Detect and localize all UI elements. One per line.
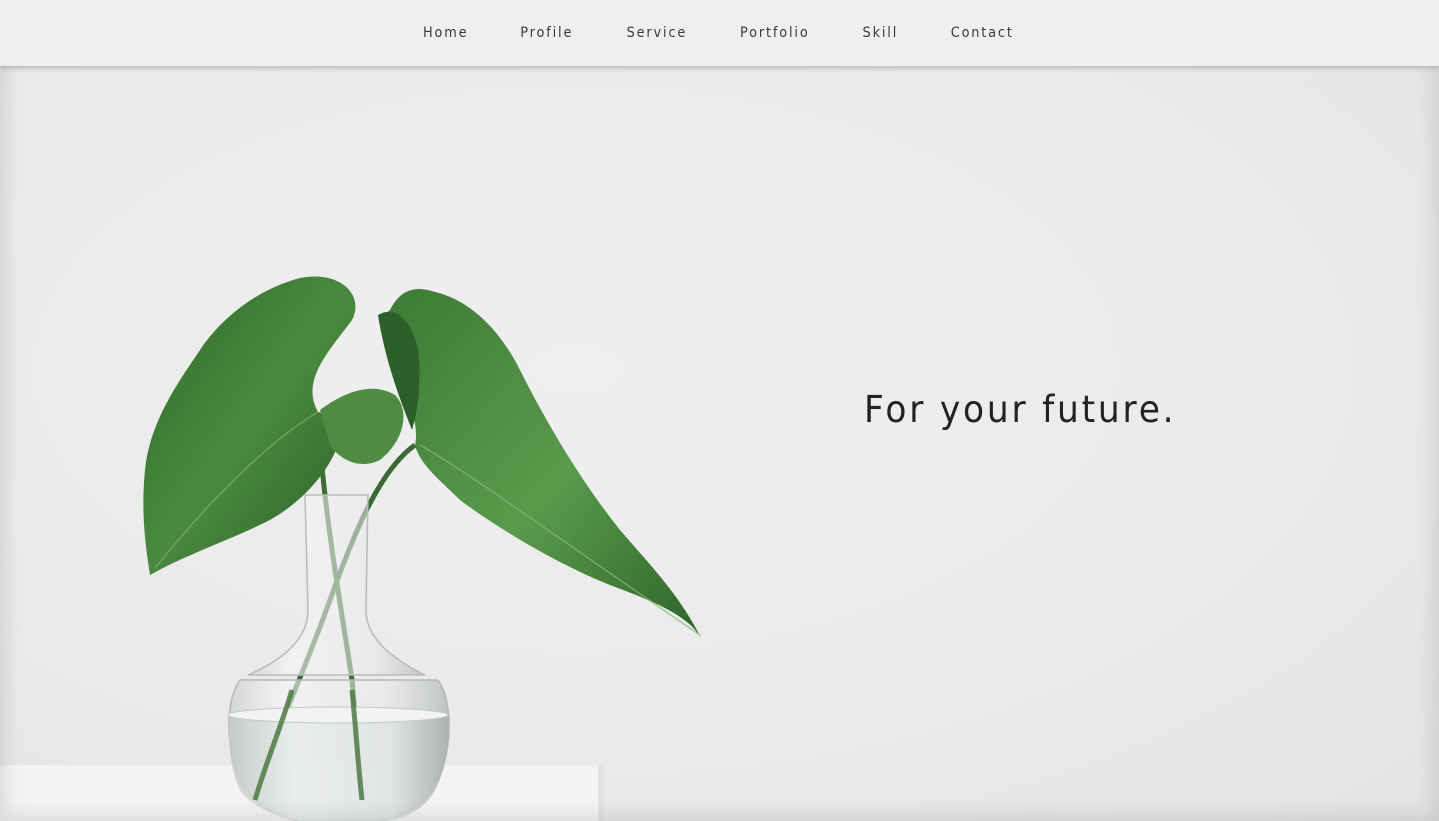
nav-item-profile[interactable]: Profile <box>498 25 595 41</box>
nav-menu: Home Profile Service Portfolio Skill Con… <box>397 25 1040 41</box>
nav-item-portfolio[interactable]: Portfolio <box>718 25 832 41</box>
plant-in-vase-image <box>0 276 702 821</box>
nav-item-contact[interactable]: Contact <box>928 25 1035 41</box>
nav-item-home[interactable]: Home <box>401 25 491 41</box>
nav-item-service[interactable]: Service <box>604 25 709 41</box>
page: Home Profile Service Portfolio Skill Con… <box>0 0 1439 821</box>
nav-item-skill[interactable]: Skill <box>840 25 920 41</box>
top-navbar: Home Profile Service Portfolio Skill Con… <box>0 0 1439 66</box>
